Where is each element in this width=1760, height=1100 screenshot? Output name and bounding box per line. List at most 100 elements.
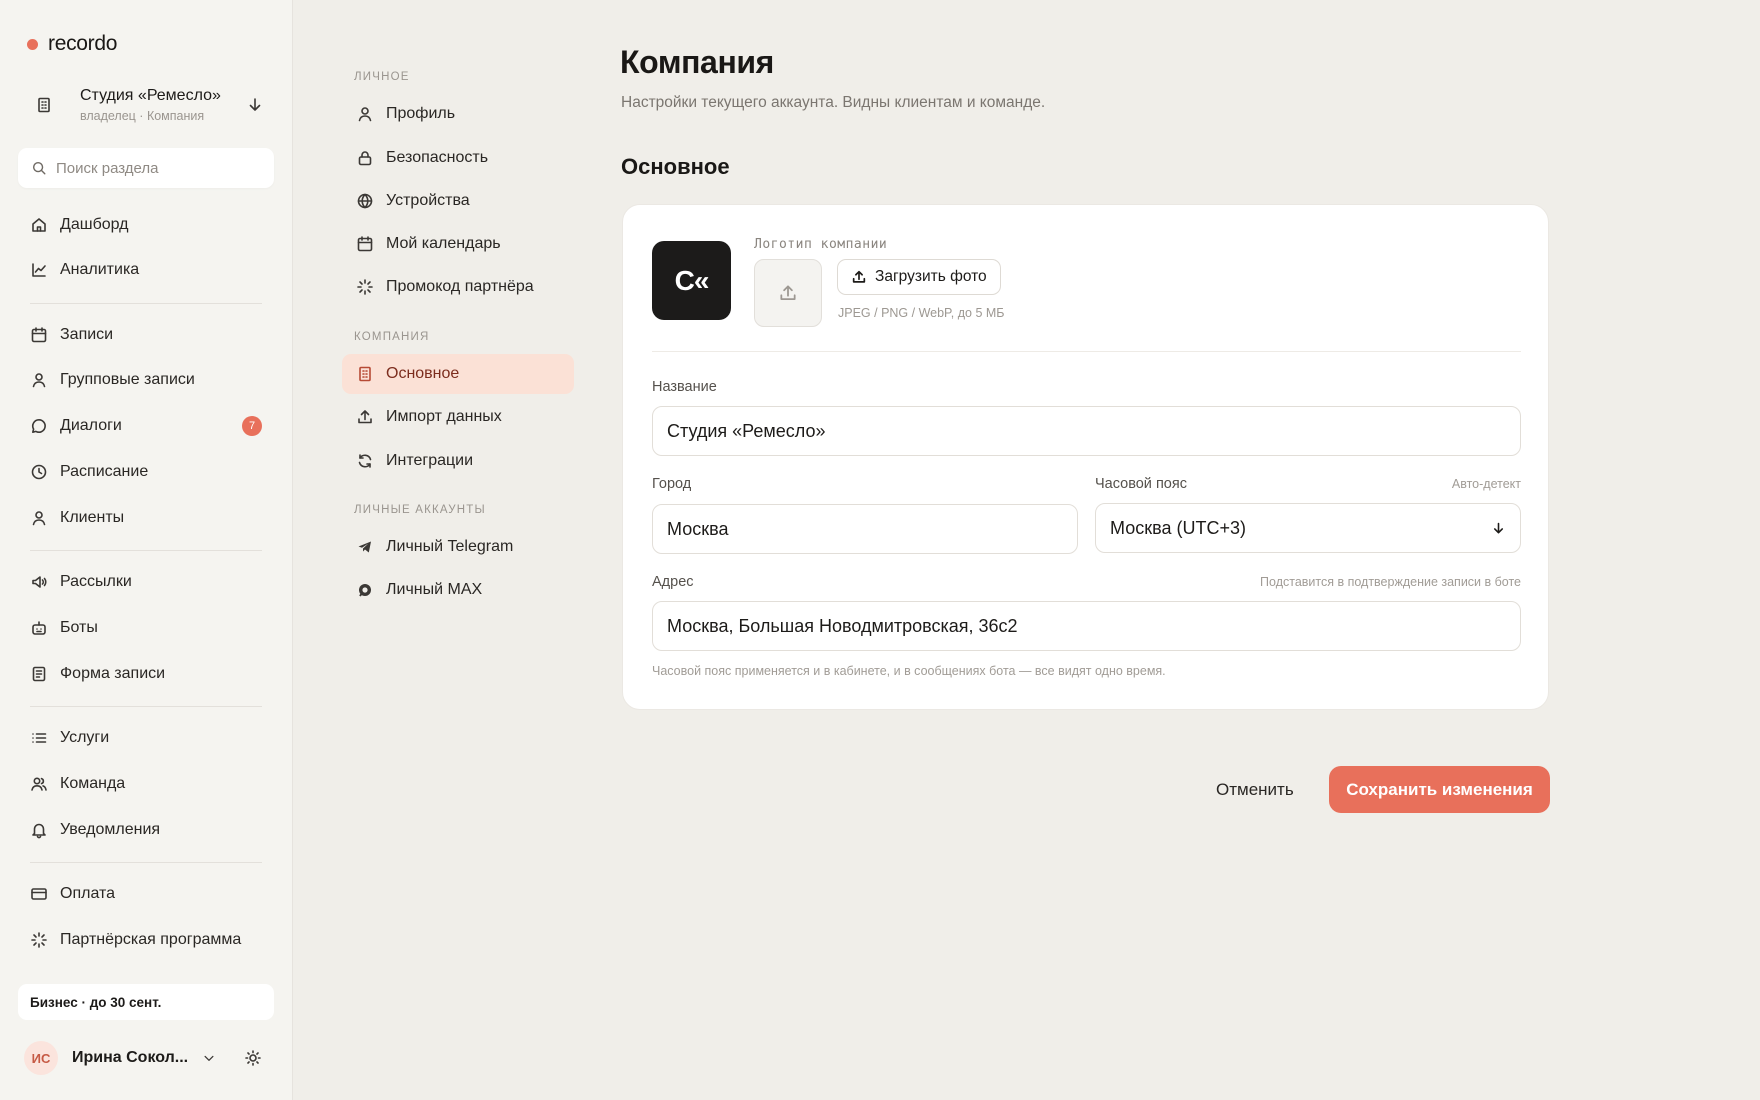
company-name-input[interactable] xyxy=(652,406,1521,456)
settings-item-label: Личный MAX xyxy=(386,581,483,598)
sidebar-item-dashboard[interactable]: Дашборд xyxy=(18,207,274,243)
settings-item-integrations[interactable]: Интеграции xyxy=(342,441,574,481)
sidebar-item-dialogs[interactable]: Диалоги 7 xyxy=(18,408,274,444)
page-title: Компания xyxy=(620,44,774,80)
sidebar-item-notifications[interactable]: Уведомления xyxy=(18,812,274,848)
card-icon xyxy=(30,885,48,903)
cancel-button[interactable]: Отменить xyxy=(1204,767,1306,813)
calendar-icon xyxy=(356,235,374,253)
address-hint: Подставится в подтверждение записи в бот… xyxy=(1260,575,1521,589)
team-icon xyxy=(30,775,48,793)
arrow-down-icon[interactable] xyxy=(246,96,264,114)
building-icon xyxy=(356,365,374,383)
sidebar-item-booking-form[interactable]: Форма записи xyxy=(18,656,274,692)
section-title: Основное xyxy=(621,154,730,179)
city-input[interactable] xyxy=(652,504,1078,554)
sidebar-item-label: Рассылки xyxy=(60,573,132,590)
nav-divider xyxy=(30,550,262,551)
upload-photo-label: Загрузить фото xyxy=(875,268,987,285)
settings-item-partner-promo[interactable]: Промокод партнёра xyxy=(342,267,574,307)
general-settings-card: C« Логотип компании Загрузить фото JPEG … xyxy=(622,204,1549,710)
sidebar-item-label: Записи xyxy=(60,326,114,343)
settings-item-telegram[interactable]: Личный Telegram xyxy=(342,527,574,567)
settings-item-max[interactable]: Личный MAX xyxy=(342,570,574,610)
sidebar-item-bookings[interactable]: Записи xyxy=(18,317,274,353)
sidebar-item-label: Услуги xyxy=(60,729,110,746)
address-label: Адрес xyxy=(652,574,694,590)
workspace-role: владелец · Компания xyxy=(80,109,205,123)
sidebar-item-label: Партнёрская программа xyxy=(60,931,242,948)
brand-name: recordo xyxy=(48,32,118,55)
clock-icon xyxy=(30,463,48,481)
form-icon xyxy=(30,665,48,683)
settings-section-title: Личное xyxy=(354,71,410,83)
settings-item-profile[interactable]: Профиль xyxy=(342,94,574,134)
upload-hint: JPEG / PNG / WebP, до 5 МБ xyxy=(838,306,1005,320)
sidebar-item-bots[interactable]: Боты xyxy=(18,610,274,646)
timezone-hint: Авто-детект xyxy=(1451,477,1521,491)
sidebar-item-clients[interactable]: Клиенты xyxy=(18,500,274,536)
sidebar-item-label: Дашборд xyxy=(60,216,129,233)
logo-label: Логотип компании xyxy=(754,237,888,252)
sidebar-item-label: Аналитика xyxy=(60,261,140,278)
logo-dropzone[interactable] xyxy=(754,259,822,327)
telegram-icon xyxy=(356,538,374,556)
sidebar-item-label: Диалоги xyxy=(60,417,122,434)
nav-divider xyxy=(30,303,262,304)
settings-item-label: Основное xyxy=(386,365,460,382)
timezone-select[interactable]: Москва (UTC+3) xyxy=(1095,503,1521,553)
nav-divider xyxy=(30,706,262,707)
name-label: Название xyxy=(652,379,717,395)
settings-item-general[interactable]: Основное xyxy=(342,354,574,394)
spark-icon xyxy=(356,278,374,296)
sidebar-item-mailings[interactable]: Рассылки xyxy=(18,564,274,600)
sun-icon[interactable] xyxy=(244,1049,262,1067)
building-icon xyxy=(26,96,62,114)
sidebar-item-label: Форма записи xyxy=(60,665,166,682)
spark-icon xyxy=(30,931,48,949)
page-subtitle: Настройки текущего аккаунта. Видны клиен… xyxy=(621,94,1046,111)
globe-icon xyxy=(356,192,374,210)
sidebar-item-label: Расписание xyxy=(60,463,149,480)
chevron-down-icon[interactable] xyxy=(202,1051,216,1065)
user-menu[interactable]: ИС Ирина Сокол... xyxy=(18,1040,274,1076)
settings-item-my-calendar[interactable]: Мой календарь xyxy=(342,224,574,264)
settings-item-label: Импорт данных xyxy=(386,408,502,425)
workspace-switcher[interactable]: Студия «Ремесло» владелец · Компания xyxy=(18,78,274,132)
search-input[interactable] xyxy=(56,159,256,177)
list-icon xyxy=(30,729,48,747)
section-search[interactable] xyxy=(18,148,274,188)
city-label: Город xyxy=(652,476,692,492)
calendar-icon xyxy=(30,326,48,344)
lock-icon xyxy=(356,149,374,167)
settings-item-label: Мой календарь xyxy=(386,235,501,252)
sidebar: recordo Студия «Ремесло» владелец · Комп… xyxy=(0,0,293,1100)
plan-badge[interactable]: Бизнес · до 30 сент. xyxy=(18,984,274,1020)
sidebar-item-group-bookings[interactable]: Групповые записи xyxy=(18,362,274,398)
settings-section-title: Личные аккаунты xyxy=(354,504,486,516)
sidebar-item-partner-program[interactable]: Партнёрская программа xyxy=(18,922,274,958)
sidebar-item-analytics[interactable]: Аналитика xyxy=(18,252,274,288)
sidebar-item-schedule[interactable]: Расписание xyxy=(18,454,274,490)
card-divider xyxy=(652,351,1521,352)
search-icon xyxy=(31,160,47,176)
brand[interactable]: recordo xyxy=(27,32,117,56)
settings-item-security[interactable]: Безопасность xyxy=(342,138,574,178)
save-button[interactable]: Сохранить изменения xyxy=(1329,766,1550,813)
timezone-value: Москва (UTC+3) xyxy=(1110,517,1246,538)
settings-item-label: Промокод партнёра xyxy=(386,278,534,295)
settings-section-title: Компания xyxy=(354,331,430,343)
settings-item-import[interactable]: Импорт данных xyxy=(342,397,574,437)
workspace-name: Студия «Ремесло» xyxy=(80,87,221,104)
sidebar-item-services[interactable]: Услуги xyxy=(18,720,274,756)
bot-icon xyxy=(30,619,48,637)
sidebar-item-team[interactable]: Команда xyxy=(18,766,274,802)
address-input[interactable] xyxy=(652,601,1521,651)
settings-item-label: Личный Telegram xyxy=(386,538,514,555)
timezone-footnote: Часовой пояс применяется и в кабинете, и… xyxy=(652,664,1166,678)
timezone-label: Часовой пояс xyxy=(1095,476,1187,492)
sidebar-item-payment[interactable]: Оплата xyxy=(18,876,274,912)
upload-photo-button[interactable]: Загрузить фото xyxy=(837,259,1001,295)
user-icon xyxy=(30,509,48,527)
settings-item-devices[interactable]: Устройства xyxy=(342,181,574,221)
